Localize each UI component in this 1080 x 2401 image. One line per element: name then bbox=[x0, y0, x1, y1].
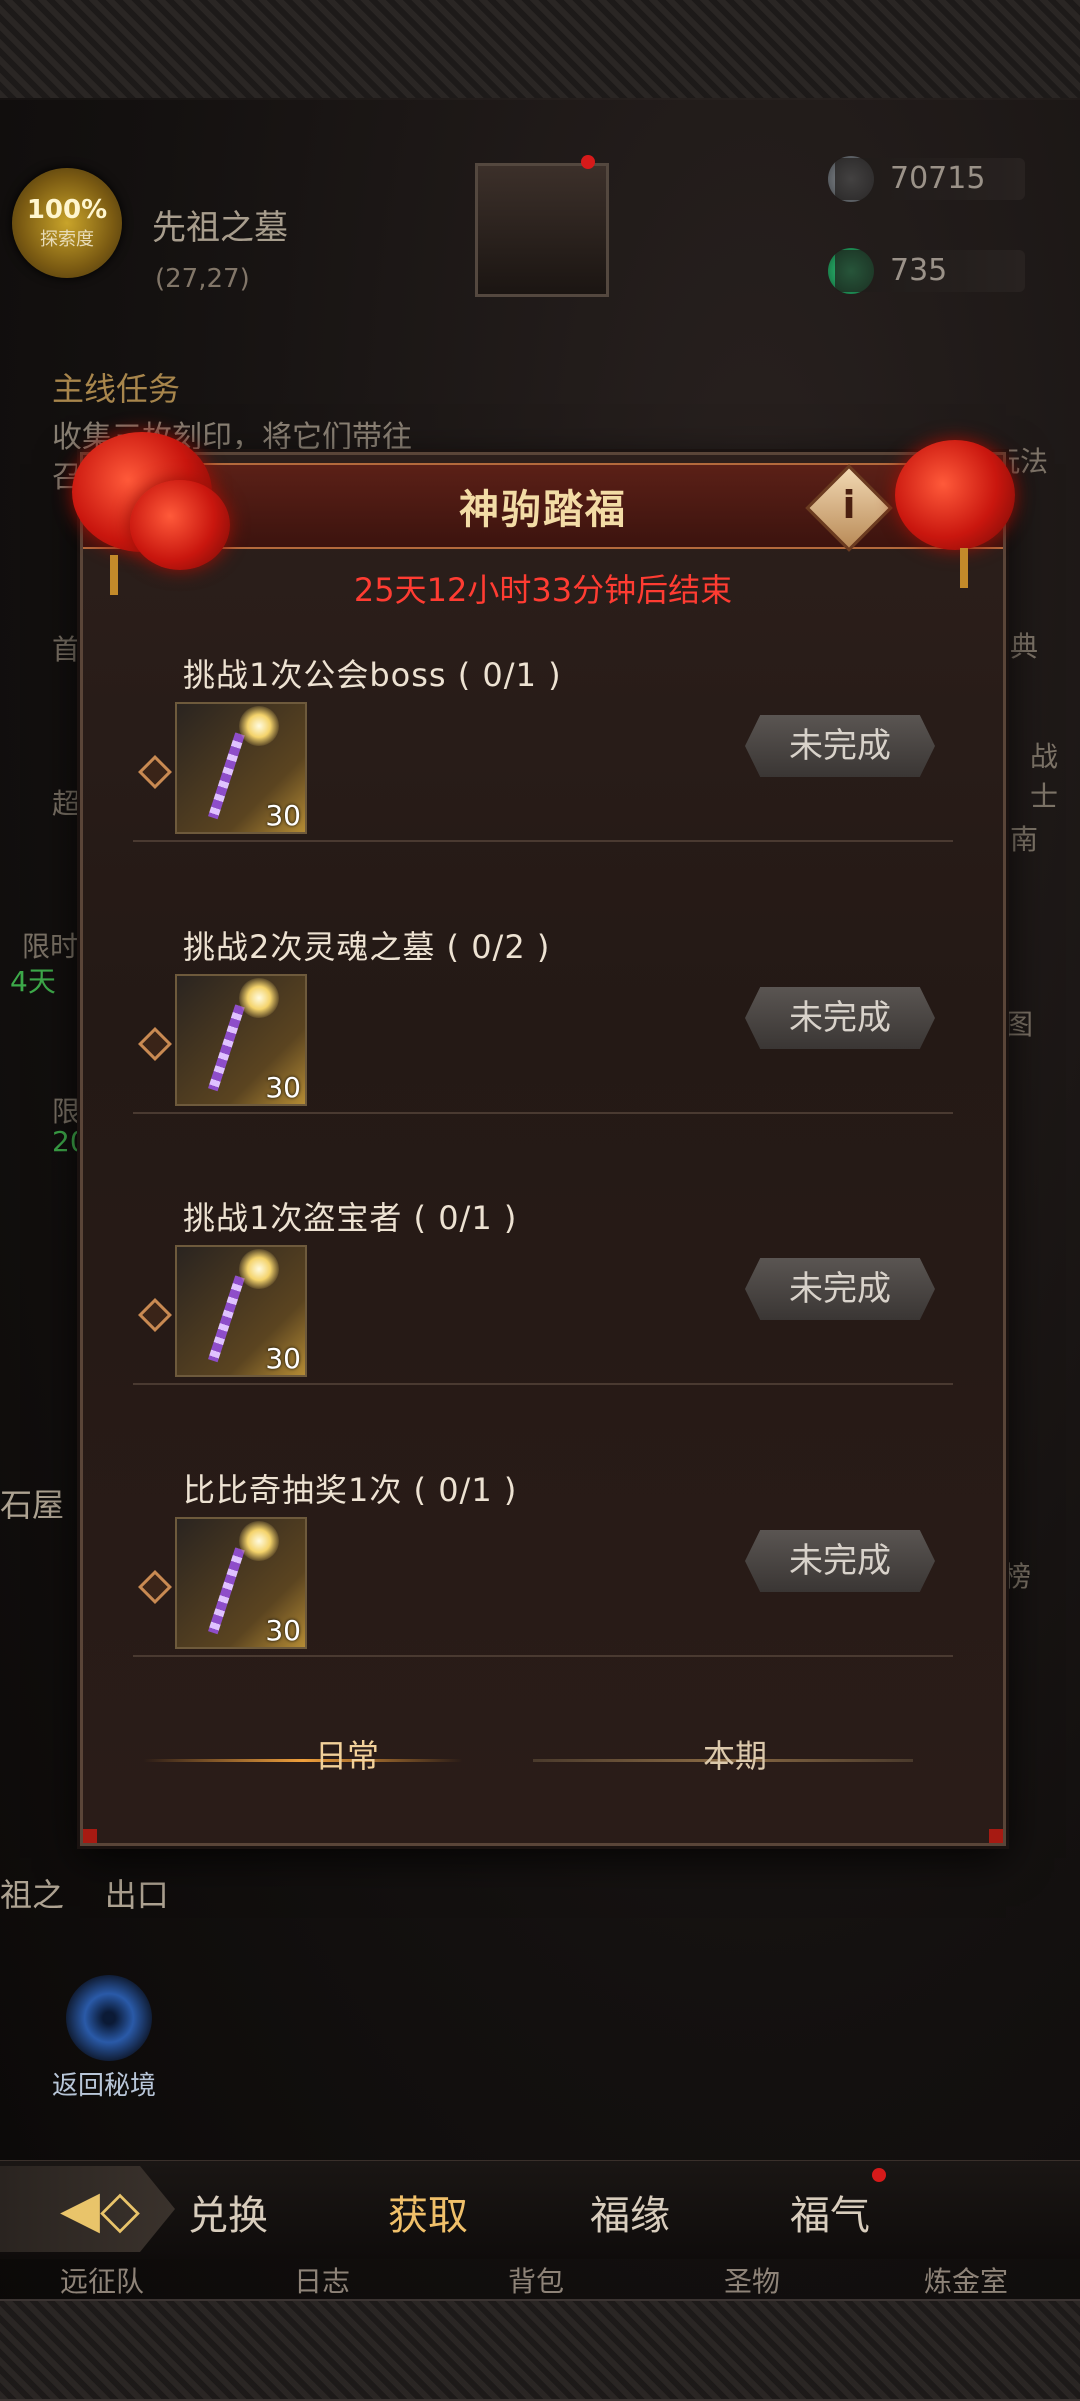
divider bbox=[133, 1655, 953, 1657]
top-frame bbox=[0, 0, 1080, 100]
map-label-exit[interactable]: 祖之 出口 bbox=[0, 1870, 169, 1916]
map-label-stone-house[interactable]: 石屋 bbox=[0, 1480, 64, 1526]
portal-icon[interactable] bbox=[66, 1975, 152, 2061]
task-title: 比比奇抽奖1次 ( 0/1 ) bbox=[183, 1471, 518, 1509]
lantern-icon bbox=[130, 480, 230, 570]
diamond-icon bbox=[138, 755, 172, 789]
main-nav: 远征队 日志 背包 圣物 炼金室 bbox=[0, 2260, 1080, 2304]
corner-ornament bbox=[989, 1829, 1003, 1843]
reward-count: 30 bbox=[265, 799, 301, 832]
tab-exchange[interactable]: 兑换 bbox=[188, 2183, 268, 2241]
side-label-tu[interactable]: 图 bbox=[1005, 1003, 1033, 1043]
reward-item[interactable]: 30 bbox=[175, 1245, 307, 1377]
task-row: 挑战1次公会boss ( 0/1 ) 30 未完成 bbox=[83, 650, 1003, 920]
side-label-4days: 4天 bbox=[10, 965, 56, 998]
location-coordinates: (27,27) bbox=[155, 264, 250, 294]
diamond-icon bbox=[138, 1027, 172, 1061]
task-title: 挑战1次盗宝者 ( 0/1 ) bbox=[183, 1199, 518, 1237]
reward-item[interactable]: 30 bbox=[175, 974, 307, 1106]
task-row: 挑战2次灵魂之墓 ( 0/2 ) 30 未完成 bbox=[83, 922, 1003, 1192]
lantern-tassel bbox=[960, 548, 968, 588]
bottom-frame bbox=[0, 2299, 1080, 2401]
active-tab-underline bbox=[143, 1759, 463, 1762]
explore-label: 探索度 bbox=[40, 229, 94, 250]
side-label-xianshi[interactable]: 限时 bbox=[22, 925, 78, 965]
side-label-shou[interactable]: 首 bbox=[52, 628, 80, 668]
side-label-chao[interactable]: 超 bbox=[52, 782, 80, 822]
side-label-nan[interactable]: 南 bbox=[1010, 818, 1038, 858]
reward-count: 30 bbox=[265, 1071, 301, 1104]
divider bbox=[133, 840, 953, 842]
reward-item[interactable]: 30 bbox=[175, 1517, 307, 1649]
task-row: 比比奇抽奖1次 ( 0/1 ) 30 未完成 bbox=[83, 1465, 1003, 1735]
spark-icon bbox=[239, 1249, 279, 1289]
firework-stick-icon bbox=[208, 1275, 245, 1363]
task-status-button[interactable]: 未完成 bbox=[745, 1530, 935, 1592]
task-row: 挑战1次盗宝者 ( 0/1 ) 30 未完成 bbox=[83, 1193, 1003, 1463]
side-label-bang[interactable]: 榜 bbox=[1003, 1555, 1031, 1595]
arrow-left-icon[interactable]: ◀◇ bbox=[60, 2180, 140, 2240]
tab-period[interactable]: 本期 bbox=[703, 1731, 767, 1777]
reward-count: 30 bbox=[265, 1342, 301, 1375]
task-title: 挑战1次公会boss ( 0/1 ) bbox=[183, 656, 562, 694]
event-timer: 25天12小时33分钟后结束 bbox=[353, 571, 733, 609]
spark-icon bbox=[239, 706, 279, 746]
lantern-icon bbox=[895, 440, 1015, 550]
avatar[interactable] bbox=[475, 163, 609, 297]
location-name: 先祖之墓 bbox=[152, 208, 288, 248]
notification-dot bbox=[872, 2168, 886, 2182]
divider bbox=[133, 1112, 953, 1114]
diamond-icon bbox=[138, 1570, 172, 1604]
nav-bag[interactable]: 背包 bbox=[508, 2260, 564, 2300]
task-status-button[interactable]: 未完成 bbox=[745, 715, 935, 777]
diamond-icon bbox=[138, 1298, 172, 1332]
corner-ornament bbox=[83, 1829, 97, 1843]
resource-stone-value: 70715 bbox=[835, 158, 1025, 200]
reward-count: 30 bbox=[265, 1614, 301, 1647]
divider bbox=[133, 1383, 953, 1385]
reward-item[interactable]: 30 bbox=[175, 702, 307, 834]
side-label-xian[interactable]: 限 bbox=[52, 1090, 80, 1130]
nav-relic[interactable]: 圣物 bbox=[724, 2260, 780, 2300]
spark-icon bbox=[239, 1521, 279, 1561]
nav-alchemy[interactable]: 炼金室 bbox=[924, 2260, 1008, 2300]
notification-dot bbox=[581, 155, 595, 169]
main-quest-title[interactable]: 主线任务 bbox=[52, 364, 180, 410]
explore-progress-badge[interactable]: 100% 探索度 bbox=[12, 168, 122, 278]
explore-percent: 100% bbox=[26, 195, 108, 225]
nav-expedition[interactable]: 远征队 bbox=[60, 2260, 144, 2300]
lantern-tassel bbox=[110, 555, 118, 595]
spark-icon bbox=[239, 978, 279, 1018]
tab-blessing[interactable]: 福气 bbox=[790, 2183, 870, 2241]
tab-obtain[interactable]: 获取 bbox=[388, 2183, 468, 2241]
firework-stick-icon bbox=[208, 1547, 245, 1635]
firework-stick-icon bbox=[208, 732, 245, 820]
task-status-button[interactable]: 未完成 bbox=[745, 1258, 935, 1320]
nav-log[interactable]: 日志 bbox=[294, 2260, 350, 2300]
task-title: 挑战2次灵魂之墓 ( 0/2 ) bbox=[183, 928, 551, 966]
firework-stick-icon bbox=[208, 1004, 245, 1092]
event-modal: 神驹踏福 i 25天12小时33分钟后结束 挑战1次公会boss ( 0/1 )… bbox=[80, 452, 1006, 1846]
info-icon[interactable]: i bbox=[821, 477, 877, 533]
tab-daily[interactable]: 日常 bbox=[315, 1731, 379, 1777]
tab-fortune[interactable]: 福缘 bbox=[590, 2183, 670, 2241]
side-label-zhan[interactable]: 战士 bbox=[1030, 735, 1080, 815]
resource-gem-value: 735 bbox=[835, 250, 1025, 292]
portal-label[interactable]: 返回秘境 bbox=[52, 2065, 156, 2102]
modal-tab-bar: 日常 本期 bbox=[83, 1731, 1003, 1791]
task-status-button[interactable]: 未完成 bbox=[745, 987, 935, 1049]
side-label-dian[interactable]: 典 bbox=[1010, 625, 1038, 665]
